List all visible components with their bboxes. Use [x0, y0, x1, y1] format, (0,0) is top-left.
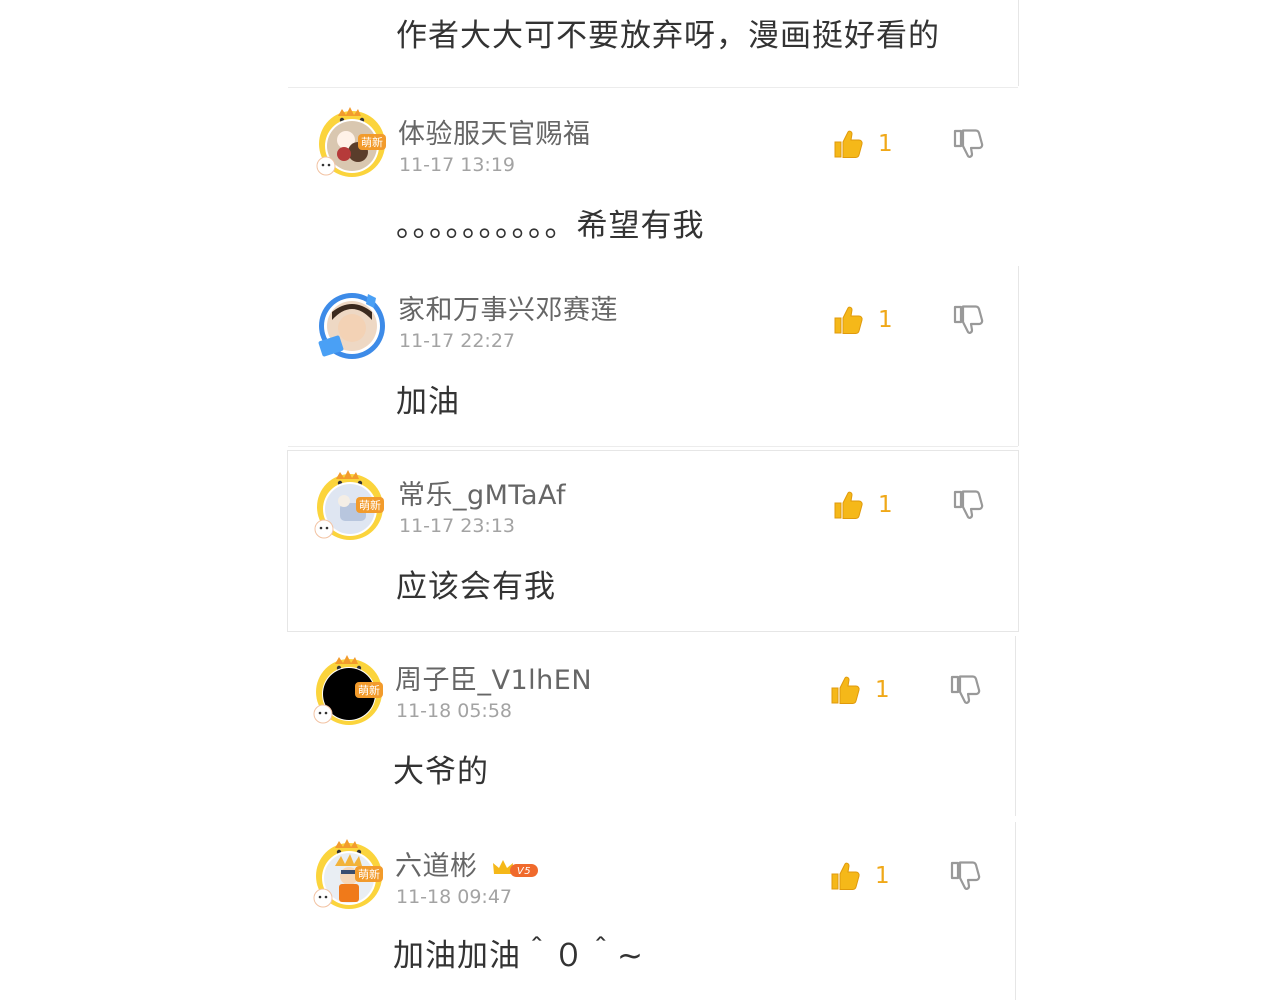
like-count: 1 [878, 307, 893, 333]
timestamp: 11-18 09:47 [396, 886, 513, 908]
svg-text:萌新: 萌新 [358, 867, 380, 881]
dislike-button[interactable] [952, 128, 984, 160]
like-count: 1 [875, 677, 890, 703]
username-text: 六道彬 [395, 851, 478, 882]
thumbs-up-icon [829, 860, 861, 892]
vip-badge: V5 [491, 857, 539, 879]
comment-list-page: 作者大大可不要放弃呀，漫画挺好看的 萌新 体验服天官赐福 11-17 13:19… [0, 0, 1280, 1000]
avatar[interactable]: 萌新 [314, 467, 384, 543]
thumbs-up-icon [832, 304, 864, 336]
thumbs-down-icon [949, 674, 981, 706]
like-button[interactable]: 1 [829, 860, 890, 892]
timestamp: 11-18 05:58 [396, 700, 513, 722]
username[interactable]: 周子臣_V1lhEN [395, 658, 592, 697]
avatar[interactable] [316, 286, 386, 362]
username[interactable]: 六道彬 V5 [395, 844, 539, 883]
svg-text:萌新: 萌新 [358, 683, 380, 697]
like-button[interactable]: 1 [832, 489, 893, 521]
crown-icon: V5 [492, 859, 538, 877]
dislike-button[interactable] [949, 860, 981, 892]
username[interactable]: 体验服天官赐福 [398, 112, 591, 151]
comment-card: 萌新 六道彬 V5 11-18 09:47 1 加油加油＾０＾~ [285, 822, 1016, 1000]
comment-card: 家和万事兴邓赛莲 11-17 22:27 1 加油 [288, 266, 1019, 447]
thumbs-up-icon [832, 489, 864, 521]
comment-card: 萌新 周子臣_V1lhEN 11-18 05:58 1 大爷的 [285, 636, 1016, 816]
thumbs-up-icon [832, 128, 864, 160]
comment-content: 作者大大可不要放弃呀，漫画挺好看的 [396, 18, 940, 54]
comment-card: 作者大大可不要放弃呀，漫画挺好看的 [288, 0, 1019, 86]
like-count: 1 [878, 492, 893, 518]
dislike-button[interactable] [952, 304, 984, 336]
thumbs-down-icon [952, 489, 984, 521]
svg-text:萌新: 萌新 [359, 498, 381, 512]
username[interactable]: 家和万事兴邓赛莲 [398, 288, 618, 327]
avatar[interactable]: 萌新 [313, 836, 383, 912]
username[interactable]: 常乐_gMTaAf [398, 473, 566, 512]
dislike-button[interactable] [949, 674, 981, 706]
comment-content: 大爷的 [393, 754, 489, 790]
like-button[interactable]: 1 [832, 128, 893, 160]
timestamp: 11-17 13:19 [399, 154, 516, 176]
thumbs-down-icon [952, 304, 984, 336]
thumbs-down-icon [949, 860, 981, 892]
avatar[interactable]: 萌新 [313, 652, 383, 728]
dislike-button[interactable] [952, 489, 984, 521]
thumbs-down-icon [952, 128, 984, 160]
thumbs-up-icon [829, 674, 861, 706]
avatar[interactable]: 萌新 [316, 104, 386, 180]
timestamp: 11-17 22:27 [399, 330, 516, 352]
like-count: 1 [875, 863, 890, 889]
svg-text:V5: V5 [516, 866, 530, 877]
svg-text:萌新: 萌新 [361, 135, 383, 149]
like-button[interactable]: 1 [829, 674, 890, 706]
comment-card: 萌新 常乐_gMTaAf 11-17 23:13 1 应该会有我 [287, 450, 1019, 632]
comment-content: 应该会有我 [396, 569, 556, 605]
comment-content: 加油 [396, 384, 460, 420]
comment-content: 。。。。。。。。。。希望有我 [396, 208, 705, 244]
comment-card: 萌新 体验服天官赐福 11-17 13:19 1 。。。。。。。。。。希望有我 [288, 87, 1018, 265]
like-button[interactable]: 1 [832, 304, 893, 336]
timestamp: 11-17 23:13 [399, 515, 516, 537]
like-count: 1 [878, 131, 893, 157]
comment-content: 加油加油＾０＾~ [393, 938, 644, 974]
